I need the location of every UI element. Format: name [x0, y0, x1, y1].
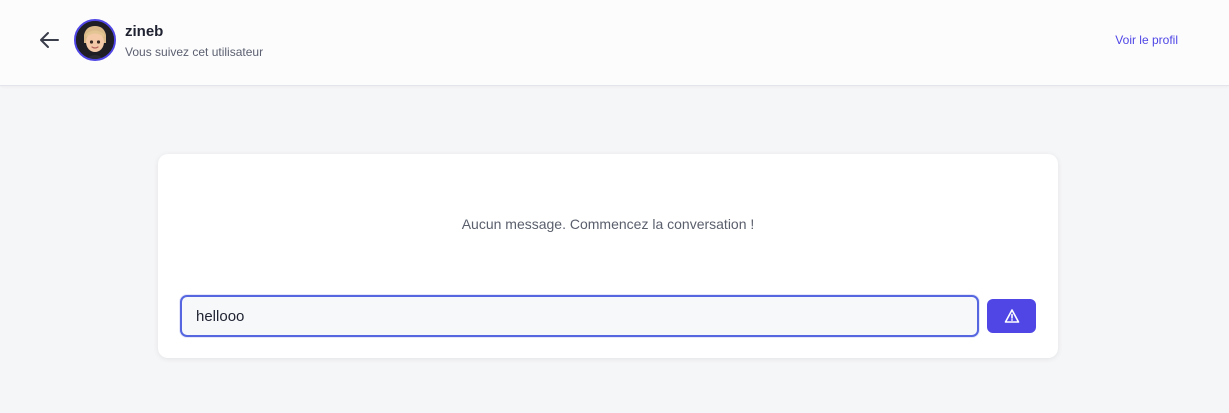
arrow-left-icon [40, 32, 59, 48]
chat-header: zineb Vous suivez cet utilisateur Voir l… [0, 0, 1229, 86]
chat-panel: Aucun message. Commencez la conversation… [158, 154, 1058, 358]
user-name: zineb [125, 23, 164, 40]
message-input[interactable] [180, 295, 979, 337]
avatar[interactable] [74, 19, 116, 61]
empty-conversation-message: Aucun message. Commencez la conversation… [461, 216, 755, 232]
send-button[interactable] [987, 299, 1036, 333]
send-triangle-icon [1004, 309, 1019, 323]
back-button[interactable] [36, 29, 62, 51]
user-avatar-image [76, 21, 114, 59]
follow-status: Vous suivez cet utilisateur [125, 45, 264, 59]
view-profile-link[interactable]: Voir le profil [1115, 33, 1178, 47]
